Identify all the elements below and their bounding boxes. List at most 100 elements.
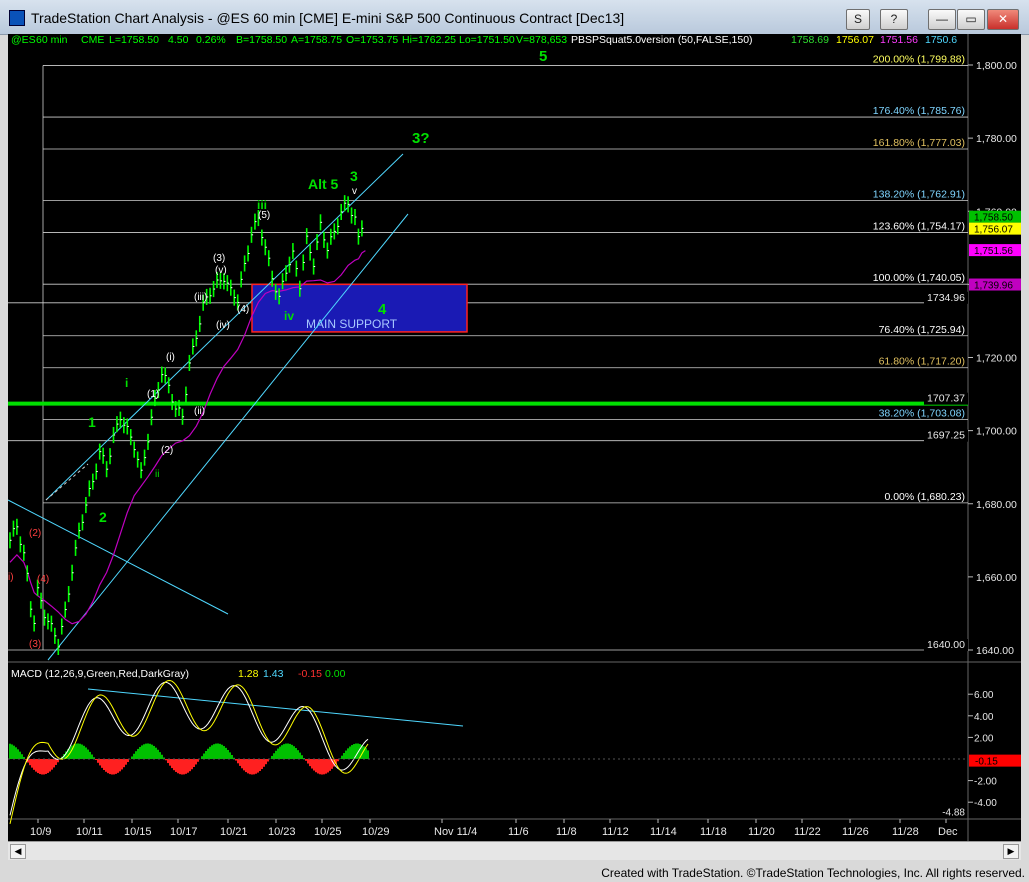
dotted-guide-line	[45, 463, 89, 501]
date-tick-label: 10/17	[170, 826, 198, 838]
date-tick-label: 11/28	[892, 826, 919, 838]
date-tick-label: 10/15	[124, 826, 152, 838]
header-indicator: PBSPSquat5.0version (50,FALSE,150)	[571, 34, 753, 46]
wave-label: (4)	[37, 574, 49, 585]
close-button[interactable]: ✕	[987, 9, 1019, 30]
wave-label: 1	[88, 414, 96, 430]
header-symbol: @ES	[11, 34, 36, 46]
macd-value: 1.43	[263, 668, 284, 680]
price-line-label: 1707.37	[927, 393, 965, 405]
header-pct: 0.26%	[196, 34, 226, 46]
s-menu-button[interactable]: S	[846, 9, 870, 30]
fib-level-label: 100.00% (1,740.05)	[873, 272, 965, 284]
price-tick-label: 1,700.00	[976, 426, 1017, 438]
wave-label: (ii)	[194, 406, 205, 417]
macd-trend-line	[87, 688, 464, 727]
header-ask: A=1758.75	[291, 34, 342, 46]
header-ind-value-1: 1758.69	[791, 34, 829, 46]
date-tick-label: 10/21	[220, 826, 248, 838]
wave-label: (2)	[29, 528, 41, 539]
macd-value: 0.00	[325, 668, 346, 680]
window-title: TradeStation Chart Analysis - @ES 60 min…	[31, 10, 625, 26]
wave-label: (4)	[237, 304, 249, 315]
header-bid: B=1758.50	[236, 34, 287, 46]
price-line-label: 1734.96	[927, 292, 965, 304]
wave-label: 3	[350, 168, 358, 184]
wave-label: iv	[284, 309, 294, 323]
fib-level-label: 176.40% (1,785.76)	[873, 105, 965, 117]
price-line-label: 1640.00	[927, 639, 965, 651]
header-open: O=1753.75	[346, 34, 398, 46]
header-change: 4.50	[168, 34, 189, 46]
price-tick-label: 1,720.00	[976, 353, 1017, 365]
header-ind-value-2: 1756.07	[836, 34, 874, 46]
wave-label: (v)	[215, 265, 227, 276]
date-tick-label: 10/29	[362, 826, 390, 838]
price-tick-label: 1,680.00	[976, 499, 1017, 511]
macd-tick-label: -4.00	[974, 798, 997, 809]
scroll-left-icon[interactable]: ◀	[10, 844, 26, 859]
header-ind-value-4: 1750.6	[925, 34, 957, 46]
wave-label: (i)	[166, 352, 175, 363]
macd-tick-label: -2.00	[974, 777, 997, 788]
fib-level-label: 123.60% (1,754.17)	[873, 221, 965, 233]
wave-label: (2)	[161, 445, 173, 456]
fib-level-label: 61.80% (1,717.20)	[879, 356, 965, 368]
header-last: L=1758.50	[109, 34, 159, 46]
fib-level-label: 161.80% (1,777.03)	[873, 137, 965, 149]
help-button[interactable]: ?	[880, 9, 908, 30]
wave-label: v	[352, 186, 357, 197]
price-axis-badge-label: 1,756.07	[974, 225, 1013, 236]
price-line-label: 1697.25	[927, 430, 965, 442]
macd-label: MACD (12,26,9,Green,Red,DarkGray)	[11, 668, 189, 680]
chart-canvas[interactable]: @ES 60 min CME L=1758.50 4.50 0.26% B=17…	[8, 34, 1021, 841]
wave-label: 4	[378, 301, 387, 318]
fib-level-label: 76.40% (1,725.94)	[879, 324, 965, 336]
header-low: Lo=1751.50	[459, 34, 515, 46]
header-ind-value-3: 1751.56	[880, 34, 918, 46]
date-tick-label: 11/8	[556, 826, 577, 838]
date-tick-label: 10/23	[268, 826, 296, 838]
date-tick-label: 11/18	[700, 826, 727, 838]
date-tick-label: 11/20	[748, 826, 775, 838]
chart-window[interactable]: @ES 60 min CME L=1758.50 4.50 0.26% B=17…	[8, 34, 1021, 859]
wave-label: 5	[539, 48, 547, 65]
wave-label: 3?	[412, 130, 430, 147]
macd-value: -0.15	[298, 668, 322, 680]
fib-level-label: 0.00% (1,680.23)	[884, 491, 965, 503]
wave-label: (3)	[29, 639, 41, 650]
header-interval: 60 min	[36, 34, 68, 46]
header-volume: V=878,653	[516, 34, 567, 46]
date-tick-label: 10/25	[314, 826, 342, 838]
date-tick-label: Dec	[938, 826, 958, 838]
date-tick-label: 11/14	[650, 826, 677, 838]
date-tick-label: 11/6	[508, 826, 529, 838]
date-tick-label: 11/12	[602, 826, 629, 838]
price-axis-badge-label: 1,758.50	[974, 213, 1013, 224]
wave-label: (iv)	[216, 320, 230, 331]
macd-tick-label: 6.00	[974, 690, 994, 701]
fib-level-label: 38.20% (1,703.08)	[879, 407, 965, 419]
date-tick-label: 11/22	[794, 826, 821, 838]
price-tick-label: 1,780.00	[976, 133, 1017, 145]
scroll-right-icon[interactable]: ▶	[1003, 844, 1019, 859]
maximize-button[interactable]: ▭	[957, 9, 985, 30]
footer-credit: Created with TradeStation. ©TradeStation…	[601, 866, 1025, 880]
header-exchange: CME	[81, 34, 104, 46]
tradestation-app-icon	[9, 10, 25, 26]
minimize-button[interactable]: —	[928, 9, 956, 30]
wave-label: (1)	[147, 389, 159, 400]
horizontal-scrollbar[interactable]: ◀ ▶	[8, 841, 1021, 860]
macd-line	[9, 681, 369, 816]
macd-signal-line	[9, 679, 369, 825]
header-high: Hi=1762.25	[402, 34, 456, 46]
macd-tick-label: 2.00	[974, 733, 994, 744]
macd-min-label: -4.88	[942, 808, 965, 819]
wave-label: i)	[8, 572, 14, 583]
price-tick-label: 1,800.00	[976, 60, 1017, 72]
wave-label: (5)	[258, 210, 270, 221]
macd-value: 1.28	[238, 668, 259, 680]
date-tick-label: Nov 11/4	[434, 826, 477, 838]
date-tick-label: 10/9	[30, 826, 51, 838]
price-axis-badge-label: 1,739.96	[974, 281, 1013, 292]
